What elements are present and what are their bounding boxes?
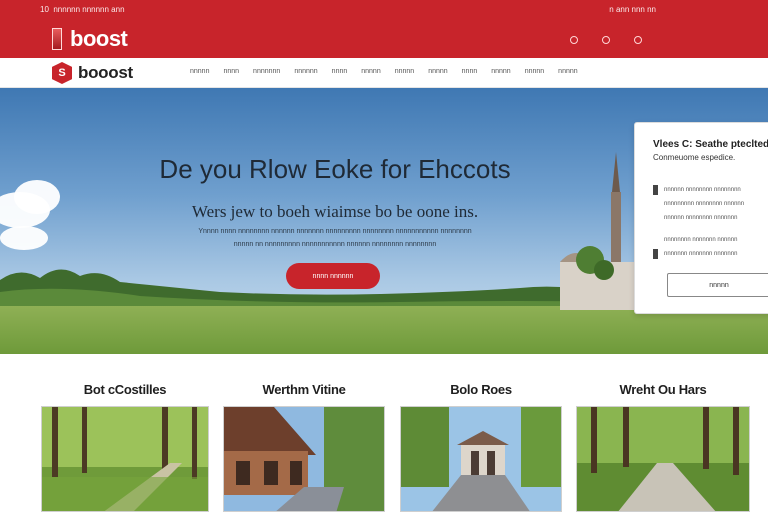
main-navbar: S booost nnnnn nnnn nnnnnnn nnnnnn nnnn … [0,58,768,88]
hero-title: De you Rlow Eoke for Ehccots [159,154,511,184]
card-list-item[interactable]: nnnnnnnn nnnnnnn nnnnnn [653,235,737,245]
section-title: Bolo Roes [450,382,512,397]
nav-link[interactable]: nnnnnn [294,68,317,75]
nav-link[interactable]: nnnnn [525,68,544,75]
nav-link[interactable]: nnnn [223,68,239,75]
card-list-text: nnnnnnnn nnnnnnn nnnnnn [664,237,738,243]
card-list-text: nnnnnnn nnnnnnn nnnnnnn [664,251,738,257]
section-title: Bot сCostilles [83,382,167,397]
header-brand-text: boost [70,26,128,51]
card-list-item[interactable]: nnnnnn nnnnnnnn nnnnnnnn [653,185,741,195]
tree-road-thumbnail[interactable] [576,406,750,512]
card-list-item[interactable]: nnnnnnnnn nnnnnnnn nnnnnn [653,199,744,209]
card-list-text: nnnnnn nnnnnnnn nnnnnnnn [664,187,741,193]
nav-link[interactable]: nnnnn [428,68,447,75]
user-icon[interactable] [602,36,610,44]
building-image [224,407,384,511]
tree-road-image [577,407,749,511]
forest-path-image [42,407,208,511]
card-list-text: nnnnnnnnn nnnnnnnn nnnnnn [664,201,745,207]
utility-right-text[interactable]: n ann nnn nn [609,5,656,14]
building-thumbnail[interactable] [223,406,385,512]
list-bullet-icon [653,249,658,259]
nav-link[interactable]: nnnn [332,68,348,75]
nav-link[interactable]: nnnnn [395,68,414,75]
info-card: Vlees C: Seathe pteclted Conmeuome esped… [634,122,768,314]
nav-link[interactable]: nnnnn [361,68,380,75]
hero-description-line: nnnnn nn nnnnnnnnn nnnnnnnnnnn nnnnnn nn… [233,241,437,248]
logo-text: booost [78,63,133,82]
utility-strip: 10 nnnnnn nnnnnn ann n ann nnn nn [0,0,768,18]
brand-mark-icon [52,28,62,50]
pavilion-image [401,407,561,511]
section-title: Wreht Ou Hars [619,382,707,397]
header-brand[interactable]: boost [52,26,128,52]
nav-links: nnnnn nnnn nnnnnnn nnnnnn nnnn nnnnn nnn… [190,68,578,75]
hero-cta-button[interactable]: nnnn nnnnnn [286,263,380,289]
nav-link[interactable]: nnnnn [190,68,209,75]
card-list-item[interactable]: nnnnnn nnnnnnnn nnnnnnn [653,213,737,223]
utility-left-text: 10 nnnnnn nnnnnn ann [40,4,125,14]
card-list-text: nnnnnn nnnnnnnn nnnnnnn [664,215,738,221]
site-logo[interactable]: S booost [52,62,133,84]
nav-link[interactable]: nnnnn [491,68,510,75]
card-action-button[interactable]: nnnnn [667,273,768,297]
settings-icon[interactable] [634,36,642,44]
section-title: Werthm Vitine [262,382,346,397]
list-bullet-icon [653,185,658,195]
header-icon-group [570,36,642,44]
card-list-item[interactable]: nnnnnnn nnnnnnn nnnnnnn [653,249,737,259]
nav-link[interactable]: nnnnnnn [253,68,280,75]
hero-subtitle: Wers jew to boeh wiaimse bo be oone ins. [191,202,479,221]
forest-path-thumbnail[interactable] [41,406,209,512]
card-title: Vlees C: Seathe pteclted [653,139,768,150]
card-subtitle: Conmeuome espedice. [653,153,736,162]
nav-link[interactable]: nnnnn [558,68,577,75]
top-header-bar: 10 nnnnnn nnnnnn ann n ann nnn nn boost [0,0,768,58]
hero-description-line: Ynnnn nnnn nnnnnnnn nnnnnn nnnnnnn nnnnn… [198,228,472,235]
search-icon[interactable] [570,36,578,44]
logo-badge-icon: S [52,62,72,84]
pavilion-thumbnail[interactable] [400,406,562,512]
nav-link[interactable]: nnnn [462,68,478,75]
